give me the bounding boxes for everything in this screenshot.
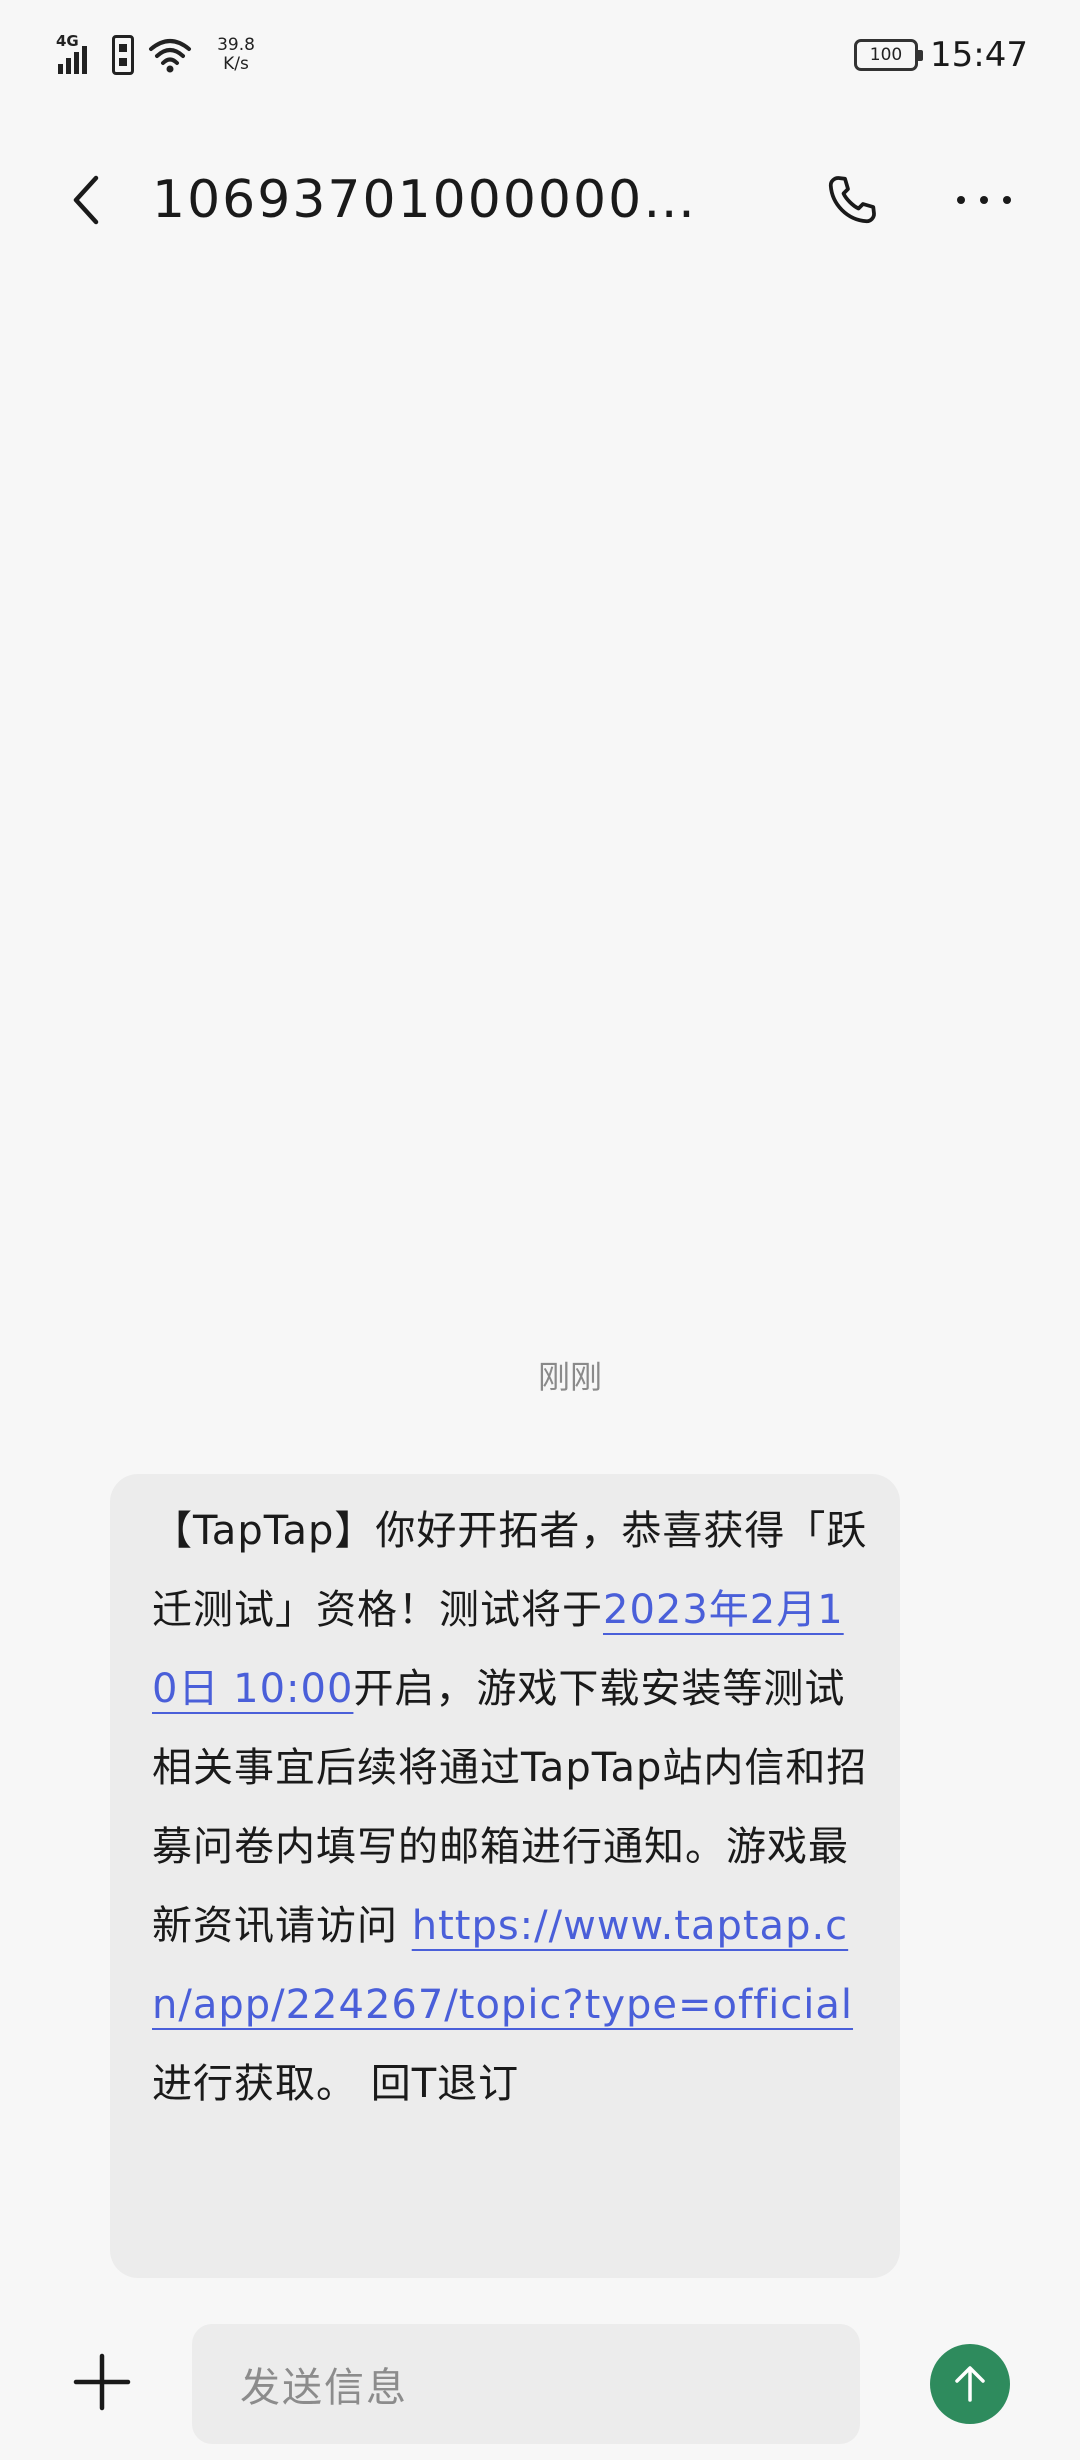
more-options-button[interactable] [944, 160, 1024, 240]
battery-level: 100 [869, 45, 903, 65]
sim-card-icon [112, 35, 134, 75]
message-text: 【TapTap】你好开拓者，恭喜获得「跃迁测试」资格！测试将于2023年2月10… [152, 1492, 870, 2124]
call-button[interactable] [812, 160, 892, 240]
messaging-screen: 4G 39.8 K/s 100 15:47 10693701000000… 刚刚… [0, 0, 1080, 2460]
message-input-placeholder: 发送信息 [240, 2365, 408, 2411]
status-left: 4G 39.8 K/s [56, 30, 266, 80]
message-input[interactable]: 发送信息 [192, 2324, 860, 2444]
phone-icon [828, 176, 876, 224]
wifi-icon [149, 39, 191, 73]
status-time: 15:47 [930, 35, 1028, 75]
network-speed: 39.8 K/s [206, 36, 266, 74]
add-attachment-button[interactable] [60, 2340, 144, 2424]
contact-number: 10693701000000… [152, 170, 698, 230]
back-button[interactable] [48, 160, 128, 240]
conversation-header: 10693701000000… [0, 140, 1080, 260]
battery-icon: 100 [854, 39, 924, 71]
status-bar: 4G 39.8 K/s 100 15:47 [0, 0, 1080, 110]
message-text-part-3: 进行获取。 回T退订 [152, 2061, 520, 2107]
composer-bar: 发送信息 [0, 2320, 1080, 2460]
message-bubble[interactable]: 【TapTap】你好开拓者，恭喜获得「跃迁测试」资格！测试将于2023年2月10… [110, 1474, 900, 2278]
plus-icon [73, 2353, 131, 2411]
speed-unit: K/s [223, 54, 249, 74]
message-timestamp: 刚刚 [537, 1358, 602, 1396]
cellular-signal-icon: 4G [56, 34, 98, 76]
arrow-up-icon [955, 2366, 985, 2402]
chevron-left-icon [73, 175, 99, 225]
status-right: 100 15:47 [854, 30, 1028, 80]
more-horizontal-icon [957, 196, 1011, 204]
send-button[interactable] [930, 2344, 1010, 2424]
speed-value: 39.8 [217, 35, 255, 55]
